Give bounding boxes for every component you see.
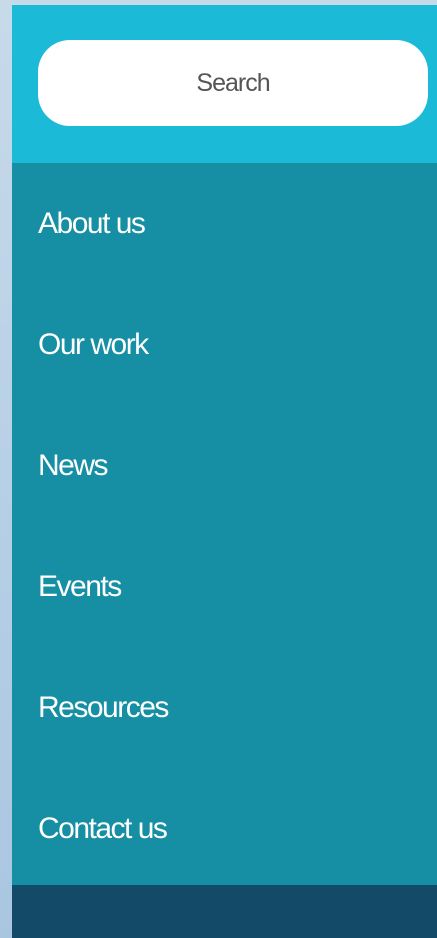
nav-item-label: About us	[38, 206, 146, 240]
nav-item-label: Resources	[38, 690, 169, 724]
nav-menu: About us Our work News Events Resources …	[12, 163, 437, 889]
nav-item-label: News	[38, 448, 109, 482]
nav-item-events[interactable]: Events	[12, 526, 437, 647]
search-area	[12, 5, 437, 163]
nav-item-label: Events	[38, 569, 122, 603]
nav-item-label: Contact us	[38, 811, 168, 845]
nav-item-news[interactable]: News	[12, 405, 437, 526]
search-input[interactable]	[38, 40, 428, 126]
footer-bar	[12, 885, 437, 938]
nav-item-contact-us[interactable]: Contact us	[12, 768, 437, 889]
nav-item-label: Our work	[38, 327, 149, 361]
mobile-menu-panel: About us Our work News Events Resources …	[12, 5, 437, 938]
nav-item-about-us[interactable]: About us	[12, 163, 437, 284]
nav-item-resources[interactable]: Resources	[12, 647, 437, 768]
nav-item-our-work[interactable]: Our work	[12, 284, 437, 405]
